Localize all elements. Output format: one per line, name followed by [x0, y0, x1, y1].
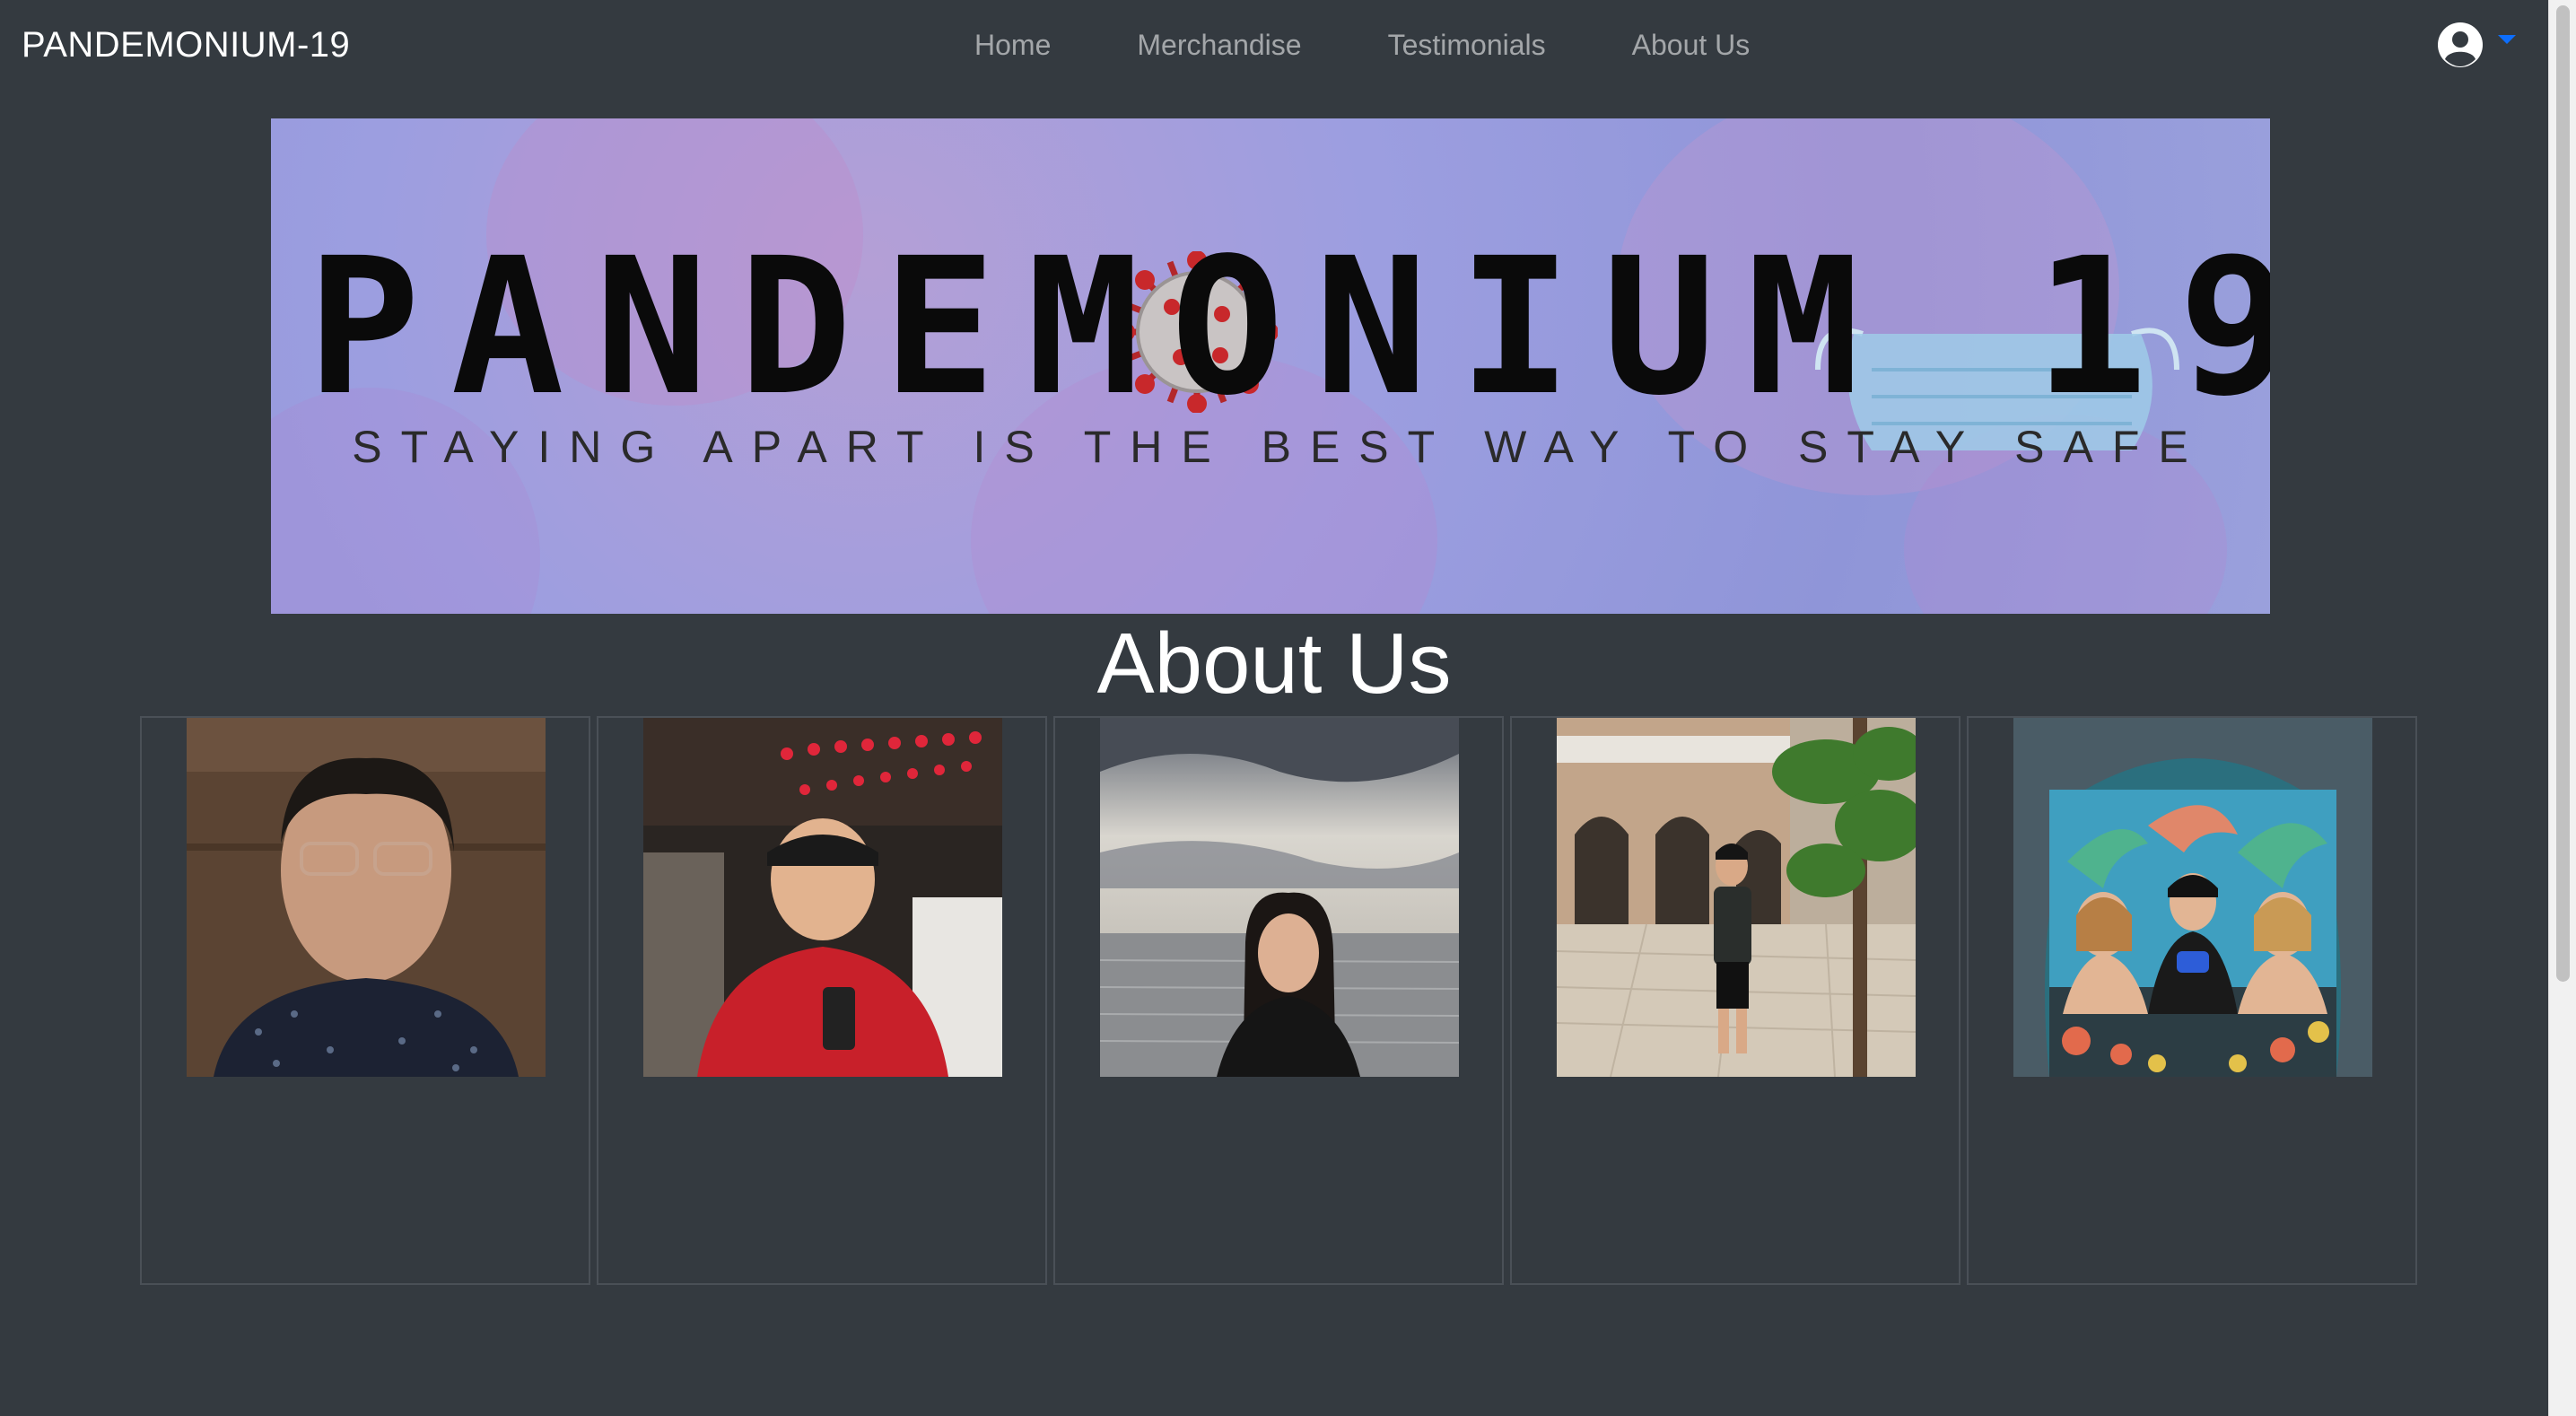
- team-member-photo[interactable]: [1100, 718, 1459, 1077]
- team-card: [597, 716, 1047, 1285]
- team-card: [140, 716, 590, 1285]
- scrollbar[interactable]: [2548, 0, 2576, 1416]
- hero-banner: PANDEMONIUM 19 STAYING APART IS THE BEST…: [271, 118, 2270, 614]
- team-cards: [140, 716, 2419, 1285]
- team-member-photo[interactable]: [187, 718, 546, 1077]
- nav-link-home[interactable]: Home: [974, 20, 1051, 70]
- nav-link-merchandise[interactable]: Merchandise: [1137, 20, 1301, 70]
- page-title: About Us: [1096, 616, 1452, 712]
- scrollbar-thumb[interactable]: [2556, 5, 2570, 982]
- team-card: [1967, 716, 2417, 1285]
- brand-logo[interactable]: PANDEMONIUM-19: [22, 20, 350, 70]
- team-card: [1510, 716, 1960, 1285]
- team-member-photo[interactable]: [2013, 718, 2372, 1077]
- nav-link-testimonials[interactable]: Testimonials: [1388, 20, 1546, 70]
- team-member-photo[interactable]: [643, 718, 1002, 1077]
- nav-link-about-us[interactable]: About Us: [1632, 20, 1751, 70]
- user-circle-icon: [2438, 22, 2483, 67]
- team-card: [1053, 716, 1504, 1285]
- chevron-down-icon: [2498, 35, 2516, 44]
- navbar: PANDEMONIUM-19 Home Merchandise Testimon…: [0, 0, 2548, 90]
- nav-links: Home Merchandise Testimonials About Us: [974, 20, 1750, 70]
- banner-title: PANDEMONIUM 19: [307, 217, 2270, 437]
- banner-subtitle: STAYING APART IS THE BEST WAY TO STAY SA…: [352, 422, 2207, 472]
- user-menu-dropdown[interactable]: [2437, 20, 2516, 70]
- team-member-photo[interactable]: [1557, 718, 1916, 1077]
